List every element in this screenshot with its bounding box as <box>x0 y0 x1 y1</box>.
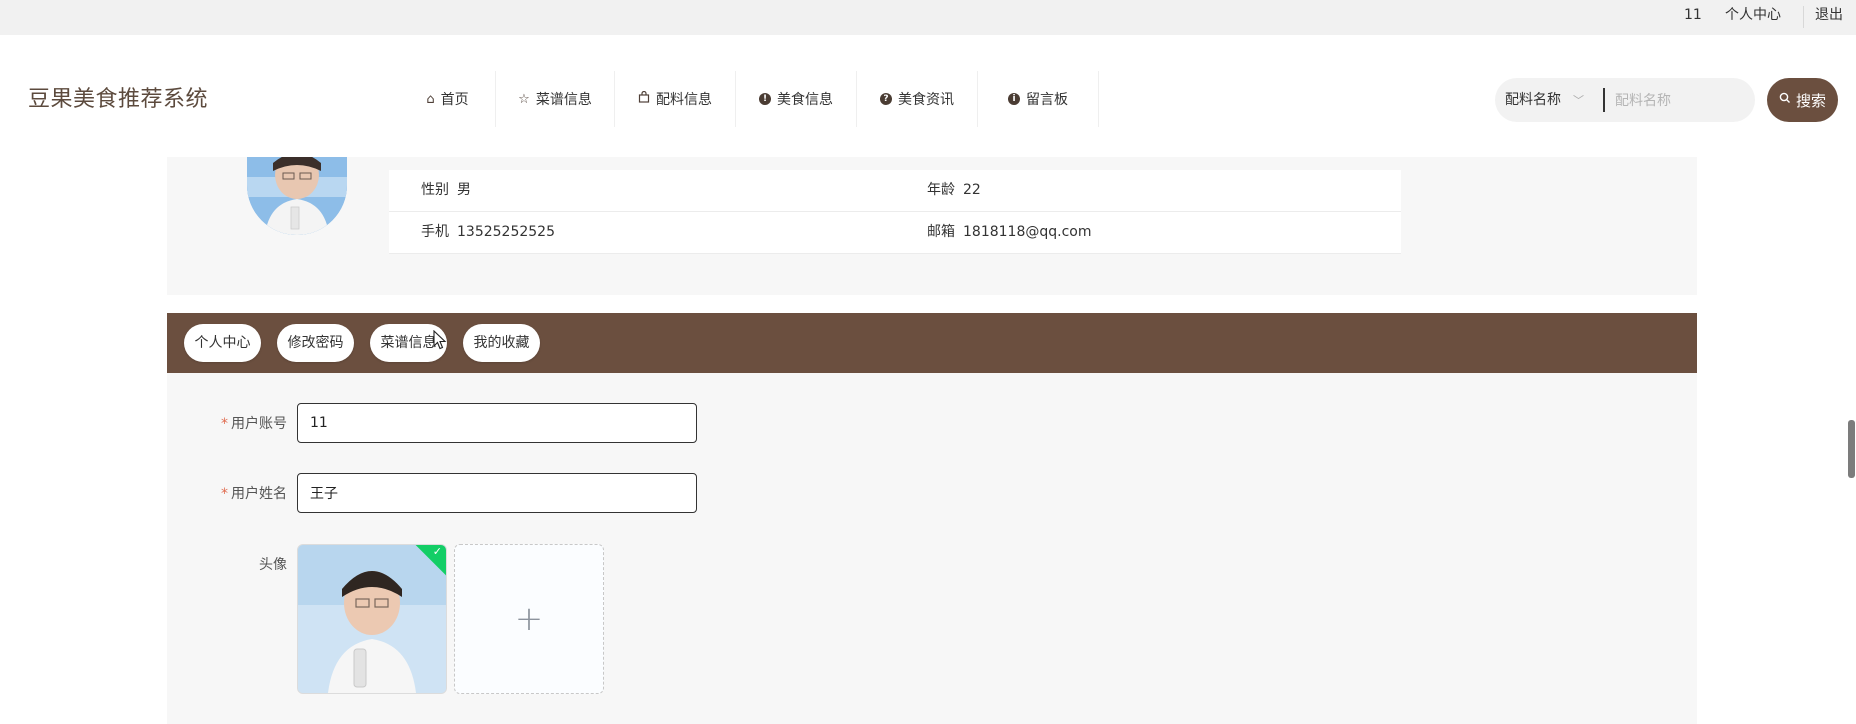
nav-item-food-news[interactable]: ? 美食资讯 <box>857 71 978 127</box>
check-icon: ✓ <box>432 545 442 558</box>
account-label-text: 用户账号 <box>231 416 287 432</box>
site-header: 豆果美食推荐系统 ⌂ 首页 ☆ 菜谱信息 配料信息 ! 美食信息 ? 美食资讯 … <box>0 35 1856 157</box>
personal-center-link[interactable]: 个人中心 <box>1725 0 1781 35</box>
avatar <box>247 157 347 235</box>
phone-label: 手机 <box>421 224 449 240</box>
nav-item-home[interactable]: ⌂ 首页 <box>400 71 496 127</box>
gender-cell: 性别男 <box>421 170 471 211</box>
uploaded-avatar-thumbnail[interactable]: ✓ <box>297 544 447 694</box>
search-select-value: 配料名称 <box>1505 92 1561 108</box>
main-nav: ⌂ 首页 ☆ 菜谱信息 配料信息 ! 美食信息 ? 美食资讯 i 留言板 <box>400 71 1099 127</box>
age-value: 22 <box>963 182 981 198</box>
tab-personal-center[interactable]: 个人中心 <box>184 324 261 362</box>
required-mark: * <box>221 416 228 432</box>
nav-item-label: 美食信息 <box>777 92 833 108</box>
gender-label: 性别 <box>421 182 449 198</box>
star-icon: ☆ <box>518 91 530 107</box>
avatar-label: 头像 <box>259 557 287 573</box>
phone-value: 13525252525 <box>457 224 555 240</box>
nav-item-food-info[interactable]: ! 美食信息 <box>736 71 857 127</box>
user-tab-bar: 个人中心 修改密码 菜谱信息 我的收藏 <box>167 313 1697 373</box>
profile-info-row: 性别男 年龄 22 <box>389 170 1401 212</box>
phone-cell: 手机 13525252525 <box>421 212 555 253</box>
plus-icon: + <box>514 599 544 639</box>
mouse-cursor-icon <box>433 329 447 354</box>
page-scrollbar-thumb[interactable] <box>1848 420 1855 478</box>
nav-item-label: 美食资讯 <box>898 92 954 108</box>
question-circle-icon: ? <box>880 93 892 105</box>
add-image-button[interactable]: + <box>454 544 604 694</box>
account-input[interactable] <box>297 403 697 443</box>
nav-item-label: 首页 <box>440 92 469 108</box>
chevron-down-icon: ﹀ <box>1573 94 1584 107</box>
age-label: 年龄 <box>927 182 955 198</box>
nav-item-recipes[interactable]: ☆ 菜谱信息 <box>496 71 615 127</box>
nav-item-label: 留言板 <box>1026 92 1068 108</box>
logout-link[interactable]: 退出 <box>1815 0 1843 35</box>
nav-item-ingredients[interactable]: 配料信息 <box>615 71 736 127</box>
required-mark: * <box>221 486 228 502</box>
account-label: * 用户账号 <box>167 413 287 433</box>
name-input[interactable] <box>297 473 697 513</box>
home-icon: ⌂ <box>426 91 435 107</box>
nav-item-message-board[interactable]: i 留言板 <box>978 71 1099 127</box>
search-field-select[interactable]: 配料名称 ﹀ <box>1505 78 1584 122</box>
email-cell: 邮箱 1818118@qq.com <box>927 212 1091 253</box>
user-id-text: 11 <box>1684 7 1702 23</box>
search-caret-divider <box>1603 88 1605 112</box>
info-circle-icon: i <box>1008 93 1020 105</box>
bag-icon <box>638 90 650 107</box>
profile-card: 性别男 年龄 22 手机 13525252525 邮箱 1818118@qq.com <box>167 157 1697 295</box>
site-title[interactable]: 豆果美食推荐系统 <box>28 81 208 113</box>
search-bar: 配料名称 ﹀ <box>1495 78 1755 122</box>
nav-item-label: 菜谱信息 <box>535 92 592 108</box>
nav-item-label: 配料信息 <box>656 92 712 108</box>
search-button[interactable]: 搜索 <box>1767 78 1838 122</box>
tab-change-password[interactable]: 修改密码 <box>277 324 354 362</box>
name-label-text: 用户姓名 <box>231 486 287 502</box>
search-icon <box>1779 92 1791 108</box>
top-utility-bar: 11 个人中心 退出 <box>0 0 1856 36</box>
topbar-divider <box>1803 6 1804 28</box>
email-value: 1818118@qq.com <box>963 224 1092 240</box>
profile-form: *用户账号 *用户姓名 头像 ✓ + <box>167 373 1697 724</box>
gender-value: 男 <box>457 182 471 198</box>
name-label: * 用户姓名 <box>167 483 287 503</box>
search-button-label: 搜索 <box>1795 91 1826 110</box>
tab-my-favorites[interactable]: 我的收藏 <box>463 324 540 362</box>
profile-info-table: 性别男 年龄 22 手机 13525252525 邮箱 1818118@qq.com <box>389 170 1401 254</box>
search-input[interactable] <box>1613 86 1747 116</box>
exclamation-circle-icon: ! <box>759 93 771 105</box>
email-label: 邮箱 <box>927 224 955 240</box>
profile-info-row: 手机 13525252525 邮箱 1818118@qq.com <box>389 212 1401 254</box>
age-cell: 年龄 22 <box>927 170 981 211</box>
